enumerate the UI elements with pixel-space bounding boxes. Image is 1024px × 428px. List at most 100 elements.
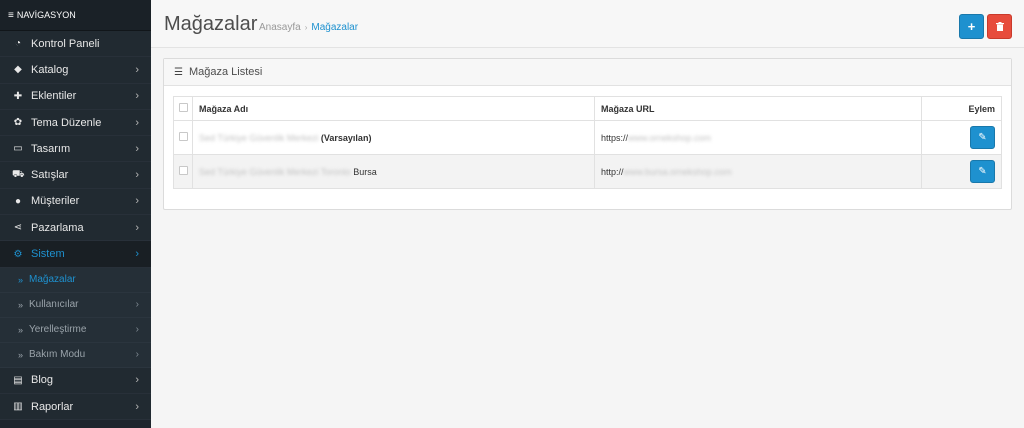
sidebar-item-customers[interactable]: ● Müşteriler › xyxy=(0,188,151,216)
sidebar-item-label: Satışlar xyxy=(31,169,69,182)
double-chevron-icon: » xyxy=(18,324,24,335)
chevron-right-icon: › xyxy=(135,299,139,311)
select-all-checkbox[interactable] xyxy=(178,103,188,112)
breadcrumb-separator-icon: › xyxy=(304,23,308,32)
sidebar-item-blog[interactable]: ▤ Blog › xyxy=(0,367,151,394)
breadcrumb: Anasayfa › Mağazalar xyxy=(259,22,358,33)
sidebar-item-label: Sistem xyxy=(31,248,65,261)
store-name-redacted: Sed Türkiye Güvenlik Merkezi Toronto xyxy=(199,166,351,177)
delete-store-button[interactable] xyxy=(987,14,1012,39)
menu-icon: ≡ xyxy=(8,9,14,21)
double-chevron-icon: » xyxy=(18,274,24,285)
chevron-right-icon: › xyxy=(135,195,139,208)
column-header-store-name[interactable]: Mağaza Adı xyxy=(192,96,595,121)
table-row: Sed Türkiye Güvenlik Merkezi (Varsayılan… xyxy=(173,120,1002,155)
main-content: Mağazalar Anasayfa › Mağazalar + ☰ Mağaz… xyxy=(151,0,1024,428)
double-chevron-icon: » xyxy=(18,299,24,310)
chevron-right-icon: › xyxy=(135,90,139,103)
chevron-right-icon: › xyxy=(135,63,139,76)
sidebar-item-label: Müşteriler xyxy=(31,195,80,208)
table-header-row: Mağaza Adı Mağaza URL Eylem xyxy=(173,96,1002,121)
sidebar-subitem-stores[interactable]: » Mağazalar xyxy=(0,267,151,293)
pencil-icon: ✎ xyxy=(978,132,987,143)
sidebar-item-label: Tema Düzenle xyxy=(31,116,102,129)
pencil-icon: ✎ xyxy=(978,166,987,177)
store-list-panel: ☰ Mağaza Listesi Mağaza Adı Mağaza URL E… xyxy=(163,58,1012,210)
chevron-right-icon: › xyxy=(135,142,139,155)
chevron-right-icon: › xyxy=(135,248,139,261)
sidebar-item-label: Pazarlama xyxy=(31,221,84,234)
tag-icon: ◆ xyxy=(14,64,22,76)
row-select-cell xyxy=(173,120,193,155)
chevron-right-icon: › xyxy=(135,116,139,129)
action-cell: ✎ xyxy=(921,120,1002,155)
cart-icon: ⛟ xyxy=(12,168,25,180)
sidebar-item-extensions[interactable]: ✚ Eklentiler › xyxy=(0,83,151,110)
store-name-redacted: Sed Türkiye Güvenlik Merkezi xyxy=(199,132,319,143)
sidebar-item-design[interactable]: ▭ Tasarım › xyxy=(0,136,151,163)
chevron-right-icon: › xyxy=(135,400,139,413)
store-name-suffix: Bursa xyxy=(353,166,377,177)
sidebar-item-sales[interactable]: ⛟ Satışlar › xyxy=(0,162,151,189)
sidebar-subitem-localisation[interactable]: » Yerelleştirme › xyxy=(0,317,151,343)
sidebar-item-marketing[interactable]: ⋖ Pazarlama › xyxy=(0,215,151,242)
row-select-cell xyxy=(173,154,193,189)
sidebar-item-catalog[interactable]: ◆ Katalog › xyxy=(0,57,151,84)
chevron-right-icon: › xyxy=(135,221,139,234)
page-header: Mağazalar Anasayfa › Mağazalar + xyxy=(151,0,1024,48)
store-url-cell: http://www.bursa.ornekshop.com xyxy=(594,154,922,189)
sidebar-item-label: Eklentiler xyxy=(31,90,77,103)
row-checkbox[interactable] xyxy=(178,132,188,141)
plus-icon: + xyxy=(967,19,976,34)
sidebar-item-dashboard[interactable]: ◔ Kontrol Paneli xyxy=(0,31,151,58)
bar-chart-icon: ▥ xyxy=(13,401,23,413)
share-icon: ⋖ xyxy=(13,222,23,234)
page-title: Mağazalar xyxy=(164,13,258,35)
sidebar-subitem-maintenance[interactable]: » Bakım Modu › xyxy=(0,342,151,368)
store-url-redacted: www.ornekshop.com xyxy=(628,132,712,143)
chevron-right-icon: › xyxy=(135,349,139,361)
store-name-suffix: (Varsayılan) xyxy=(320,132,372,143)
navigation-title: NAVİGASYON xyxy=(16,10,76,20)
chevron-right-icon: › xyxy=(135,169,139,182)
sidebar-item-label: Blog xyxy=(31,374,54,387)
sidebar-subitem-label: Mağazalar xyxy=(29,274,76,286)
sidebar-subitem-users[interactable]: » Kullanıcılar › xyxy=(0,292,151,318)
puzzle-icon: ✚ xyxy=(13,90,23,102)
store-url-prefix: http:// xyxy=(601,166,624,177)
column-header-action: Eylem xyxy=(921,96,1002,121)
breadcrumb-home-link[interactable]: Anasayfa xyxy=(259,22,301,33)
store-url-redacted: www.bursa.ornekshop.com xyxy=(623,166,732,177)
sidebar-item-label: Katalog xyxy=(31,63,69,76)
chevron-right-icon: › xyxy=(135,374,139,387)
user-icon: ● xyxy=(14,195,22,207)
navigation-header[interactable]: ≡ NAVİGASYON xyxy=(0,0,151,31)
edit-button[interactable]: ✎ xyxy=(970,126,995,149)
action-cell: ✎ xyxy=(921,154,1002,189)
chevron-right-icon: › xyxy=(135,324,139,336)
book-icon: ▤ xyxy=(13,374,23,386)
sidebar-item-theme-editor[interactable]: ✿ Tema Düzenle › xyxy=(0,109,151,137)
dashboard-icon: ◔ xyxy=(14,38,22,50)
panel-heading: ☰ Mağaza Listesi xyxy=(164,59,1011,86)
panel-title: Mağaza Listesi xyxy=(188,66,263,78)
column-header-store-url[interactable]: Mağaza URL xyxy=(594,96,922,121)
trash-icon xyxy=(995,22,1004,31)
sidebar-item-label: Tasarım xyxy=(31,142,71,155)
store-name-cell: Sed Türkiye Güvenlik Merkezi Toronto Bur… xyxy=(192,154,595,189)
store-name-cell: Sed Türkiye Güvenlik Merkezi (Varsayılan… xyxy=(192,120,595,155)
edit-button[interactable]: ✎ xyxy=(970,160,995,183)
sidebar-item-label: Raporlar xyxy=(31,400,74,413)
monitor-icon: ▭ xyxy=(13,143,23,155)
store-table: Mağaza Adı Mağaza URL Eylem Sed Türkiye … xyxy=(173,96,1002,189)
store-url-cell: https://www.ornekshop.com xyxy=(594,120,922,155)
gear-icon: ⚙ xyxy=(13,248,23,260)
sidebar-item-system[interactable]: ⚙ Sistem › xyxy=(0,241,151,268)
store-url-prefix: https:// xyxy=(601,132,629,143)
select-all-cell xyxy=(173,96,193,121)
row-checkbox[interactable] xyxy=(178,166,188,175)
breadcrumb-current-link[interactable]: Mağazalar xyxy=(311,22,358,33)
sidebar-item-reports[interactable]: ▥ Raporlar › xyxy=(0,393,151,421)
sidebar-subitem-label: Kullanıcılar xyxy=(29,299,79,311)
add-store-button[interactable]: + xyxy=(959,14,984,39)
